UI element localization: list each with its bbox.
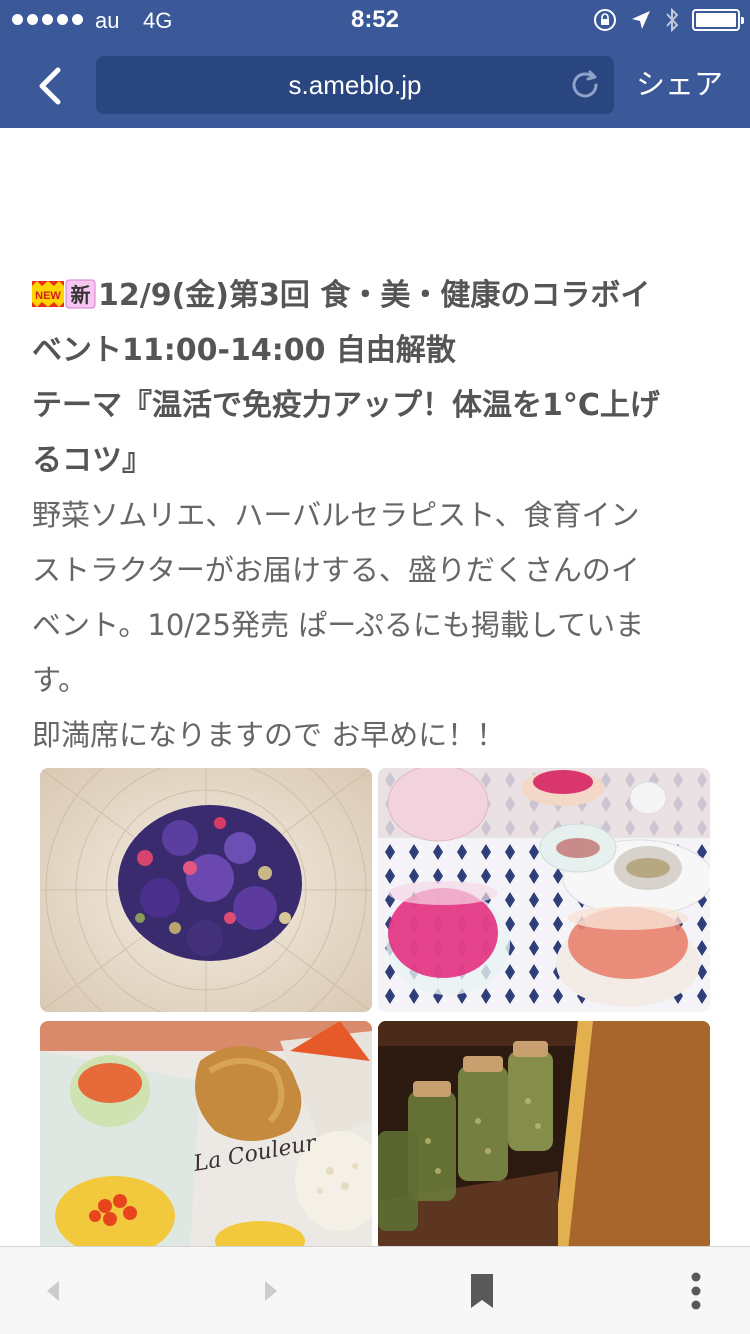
food-plates-photo[interactable]: La Couleur: [40, 1021, 372, 1246]
svg-text:NEW: NEW: [35, 290, 61, 302]
herbal-tea-flowers-photo[interactable]: [40, 768, 372, 1012]
address-bar[interactable]: s.ameblo.jp: [96, 56, 614, 114]
body-line: ストラクターがお届けする、盛りだくさんのイ: [32, 553, 640, 587]
status-bar: au 4G 8:52: [0, 0, 750, 42]
blog-article: NEW 新 12/9(金)第3回 食・美・健康のコラボイ ベント11:00-14…: [32, 268, 722, 763]
body-line: 野菜ソムリエ、ハーバルセラピスト、食育イン: [32, 498, 640, 532]
bookmark-icon[interactable]: [462, 1271, 502, 1311]
battery-icon: [692, 9, 744, 31]
herbal-tea-cups-photo[interactable]: [378, 768, 710, 1012]
back-arrow-icon[interactable]: [34, 1271, 74, 1311]
browser-nav-bar: s.ameblo.jp シェア: [0, 42, 750, 128]
back-button[interactable]: [28, 62, 76, 110]
body-line: ベント。10/25発売 ぱーぷるにも掲載していま: [32, 608, 645, 642]
status-icons: [592, 7, 744, 33]
share-button[interactable]: シェア: [636, 62, 723, 106]
article-heading: NEW 新 12/9(金)第3回 食・美・健康のコラボイ ベント11:00-14…: [32, 268, 722, 488]
herb-jars-photo[interactable]: [378, 1021, 710, 1246]
heading-line: テーマ『温活で免疫力アップ！体温を1°C上げ: [32, 388, 660, 423]
article-body: 野菜ソムリエ、ハーバルセラピスト、食育イン ストラクターがお届けする、盛りだくさ…: [32, 488, 722, 763]
bluetooth-icon: [666, 7, 679, 33]
svg-text:新: 新: [71, 283, 91, 307]
heading-line: 12/9(金)第3回 食・美・健康のコラボイ: [98, 278, 651, 313]
heading-line: るコツ』: [32, 443, 152, 478]
page-content: NEW 新 12/9(金)第3回 食・美・健康のコラボイ ベント11:00-14…: [0, 128, 750, 1246]
browser-toolbar: [0, 1246, 750, 1334]
heading-line: ベント11:00-14:00 自由解散: [32, 333, 456, 368]
location-arrow-icon: [632, 11, 650, 29]
body-line: 即満席になりますので お早めに！！: [32, 718, 506, 752]
url-text: s.ameblo.jp: [288, 70, 422, 100]
more-options-icon[interactable]: [676, 1271, 716, 1311]
photo-collage[interactable]: La Couleur: [40, 768, 710, 1246]
reload-icon[interactable]: [568, 68, 602, 102]
body-line: す。: [32, 663, 88, 697]
new-badge-icon: NEW 新: [32, 279, 96, 308]
forward-arrow-icon[interactable]: [250, 1271, 290, 1311]
orientation-lock-icon: [594, 9, 616, 31]
